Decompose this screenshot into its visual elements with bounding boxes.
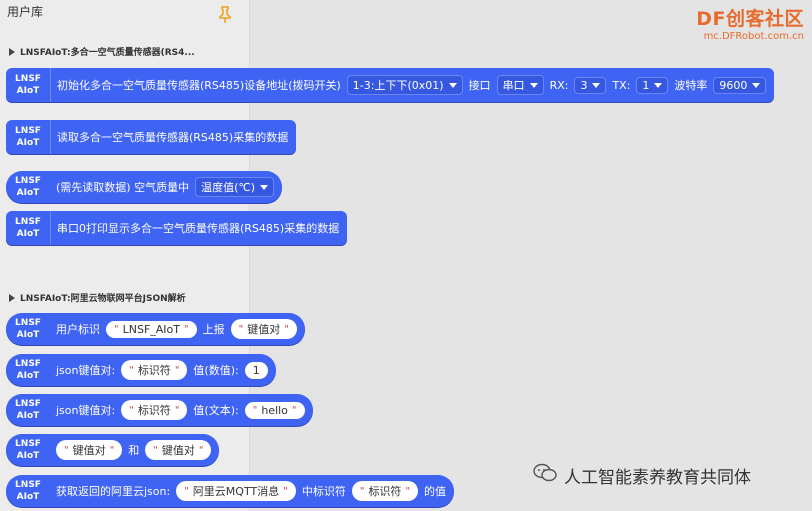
block-text: (需先读取数据) 空气质量中 (56, 181, 190, 194)
pin-icon[interactable] (217, 6, 233, 27)
logo-chuangke: 创客社区 (725, 8, 804, 30)
block-badge: LNSF AIoT (15, 318, 41, 340)
block-badge: LNSF AIoT (15, 399, 41, 421)
block-badge: LNSF AIoT (6, 68, 51, 102)
collapse-triangle-icon (9, 293, 15, 302)
kv-label: json键值对: (56, 404, 116, 417)
block-badge: LNSF AIoT (15, 176, 41, 198)
dropdown-arrow-icon (654, 82, 663, 88)
mqtt-message-input[interactable]: " 阿里云MQTT消息 " (176, 481, 296, 501)
dropdown-arrow-icon (592, 82, 601, 88)
get-label: 获取返回的阿里云json: (56, 485, 171, 498)
block-report[interactable]: LNSF AIoT 用户标识 " LNSF_AIoT " 上报 " 键值对 " (6, 313, 305, 345)
category-air-sensor[interactable]: LNSFAIoT:多合一空气质量传感器(RS4... (9, 45, 195, 58)
panel-title: 用户库 (7, 5, 44, 19)
category-label: LNSFAIoT:多合一空气质量传感器(RS4... (20, 48, 195, 58)
port-dropdown[interactable]: 串口 (496, 75, 544, 95)
dropdown-arrow-icon (448, 82, 457, 88)
logo-url: mc.DFRobot.com.cn (703, 31, 804, 42)
dropdown-arrow-icon (529, 82, 538, 88)
dropdown-arrow-icon (260, 184, 269, 190)
dfrobot-logo: DF创客社区 mc.DFRobot.com.cn (696, 4, 804, 42)
text-input[interactable]: " hello " (244, 401, 305, 419)
block-badge: LNSF AIoT (6, 120, 51, 154)
kv-input[interactable]: " 键值对 " (230, 319, 297, 339)
block-badge: LNSF AIoT (15, 359, 41, 381)
watermark-text: 人工智能素养教育共同体 (564, 468, 751, 488)
identifier-input[interactable]: " 标识符 " (351, 481, 419, 501)
kv-input-left[interactable]: " 键值对 " (56, 440, 123, 460)
address-dropdown[interactable]: 1-3:上下下(0x01) (346, 75, 463, 95)
block-kv-text[interactable]: LNSF AIoT json键值对: " 标识符 " 值(文本): " hello " (6, 394, 313, 426)
block-badge: LNSF AIoT (15, 480, 41, 502)
rx-dropdown[interactable]: 3 (574, 76, 607, 94)
block-text: 初始化多合一空气质量传感器(RS485)设备地址(拨码开关) (57, 79, 341, 92)
and-label: 和 (128, 444, 140, 457)
block-serial-print[interactable]: LNSF AIoT 串口0打印显示多合一空气质量传感器(RS485)采集的数据 (6, 211, 348, 245)
user-id-input[interactable]: " LNSF_AIoT " (106, 320, 197, 338)
block-init-sensor[interactable]: LNSF AIoT 初始化多合一空气质量传感器(RS485)设备地址(拨码开关) … (6, 68, 775, 102)
identifier-input[interactable]: " 标识符 " (121, 360, 188, 380)
block-text: 读取多合一空气质量传感器(RS485)采集的数据 (57, 131, 289, 144)
user-id-label: 用户标识 (56, 323, 100, 336)
block-text: 串口0打印显示多合一空气质量传感器(RS485)采集的数据 (57, 222, 340, 235)
block-join-kv[interactable]: LNSF AIoT " 键值对 " 和 " 键值对 " (6, 434, 220, 466)
identifier-label: 中标识符 (301, 485, 346, 498)
identifier-input[interactable]: " 标识符 " (121, 400, 188, 420)
baud-dropdown[interactable]: 9600 (713, 76, 767, 94)
value-text-label: 值(文本): (193, 404, 239, 417)
logo-df: DF (696, 8, 726, 30)
category-aliyun-json[interactable]: LNSFAIoT:阿里云物联网平台JSON解析 (9, 291, 186, 304)
value-num-label: 值(数值): (193, 364, 239, 377)
category-label: LNSFAIoT:阿里云物联网平台JSON解析 (20, 294, 186, 304)
report-label: 上报 (202, 323, 225, 336)
kv-input-right[interactable]: " 键值对 " (145, 440, 212, 460)
watermark: 人工智能素养教育共同体 (532, 462, 751, 489)
baud-label: 波特率 (674, 79, 708, 92)
block-get-aliyun-value[interactable]: LNSF AIoT 获取返回的阿里云json: " 阿里云MQTT消息 " 中标识符 … (6, 475, 455, 507)
block-kv-number[interactable]: LNSF AIoT json键值对: " 标识符 " 值(数值): 1 (6, 354, 276, 386)
block-air-value[interactable]: LNSF AIoT (需先读取数据) 空气质量中 温度值(℃) (6, 171, 283, 203)
wechat-icon (532, 462, 558, 489)
tx-label: TX: (612, 78, 631, 92)
number-input[interactable]: 1 (244, 361, 268, 379)
dropdown-arrow-icon (752, 82, 761, 88)
collapse-triangle-icon (9, 47, 15, 56)
tx-dropdown[interactable]: 1 (636, 76, 669, 94)
port-label: 接口 (468, 79, 491, 92)
field-dropdown[interactable]: 温度值(℃) (195, 177, 275, 197)
block-badge: LNSF AIoT (6, 211, 51, 245)
value-suffix-label: 的值 (424, 485, 447, 498)
rx-label: RX: (549, 78, 569, 92)
block-read-data[interactable]: LNSF AIoT 读取多合一空气质量传感器(RS485)采集的数据 (6, 120, 297, 154)
block-badge: LNSF AIoT (15, 439, 41, 461)
kv-label: json键值对: (56, 364, 116, 377)
